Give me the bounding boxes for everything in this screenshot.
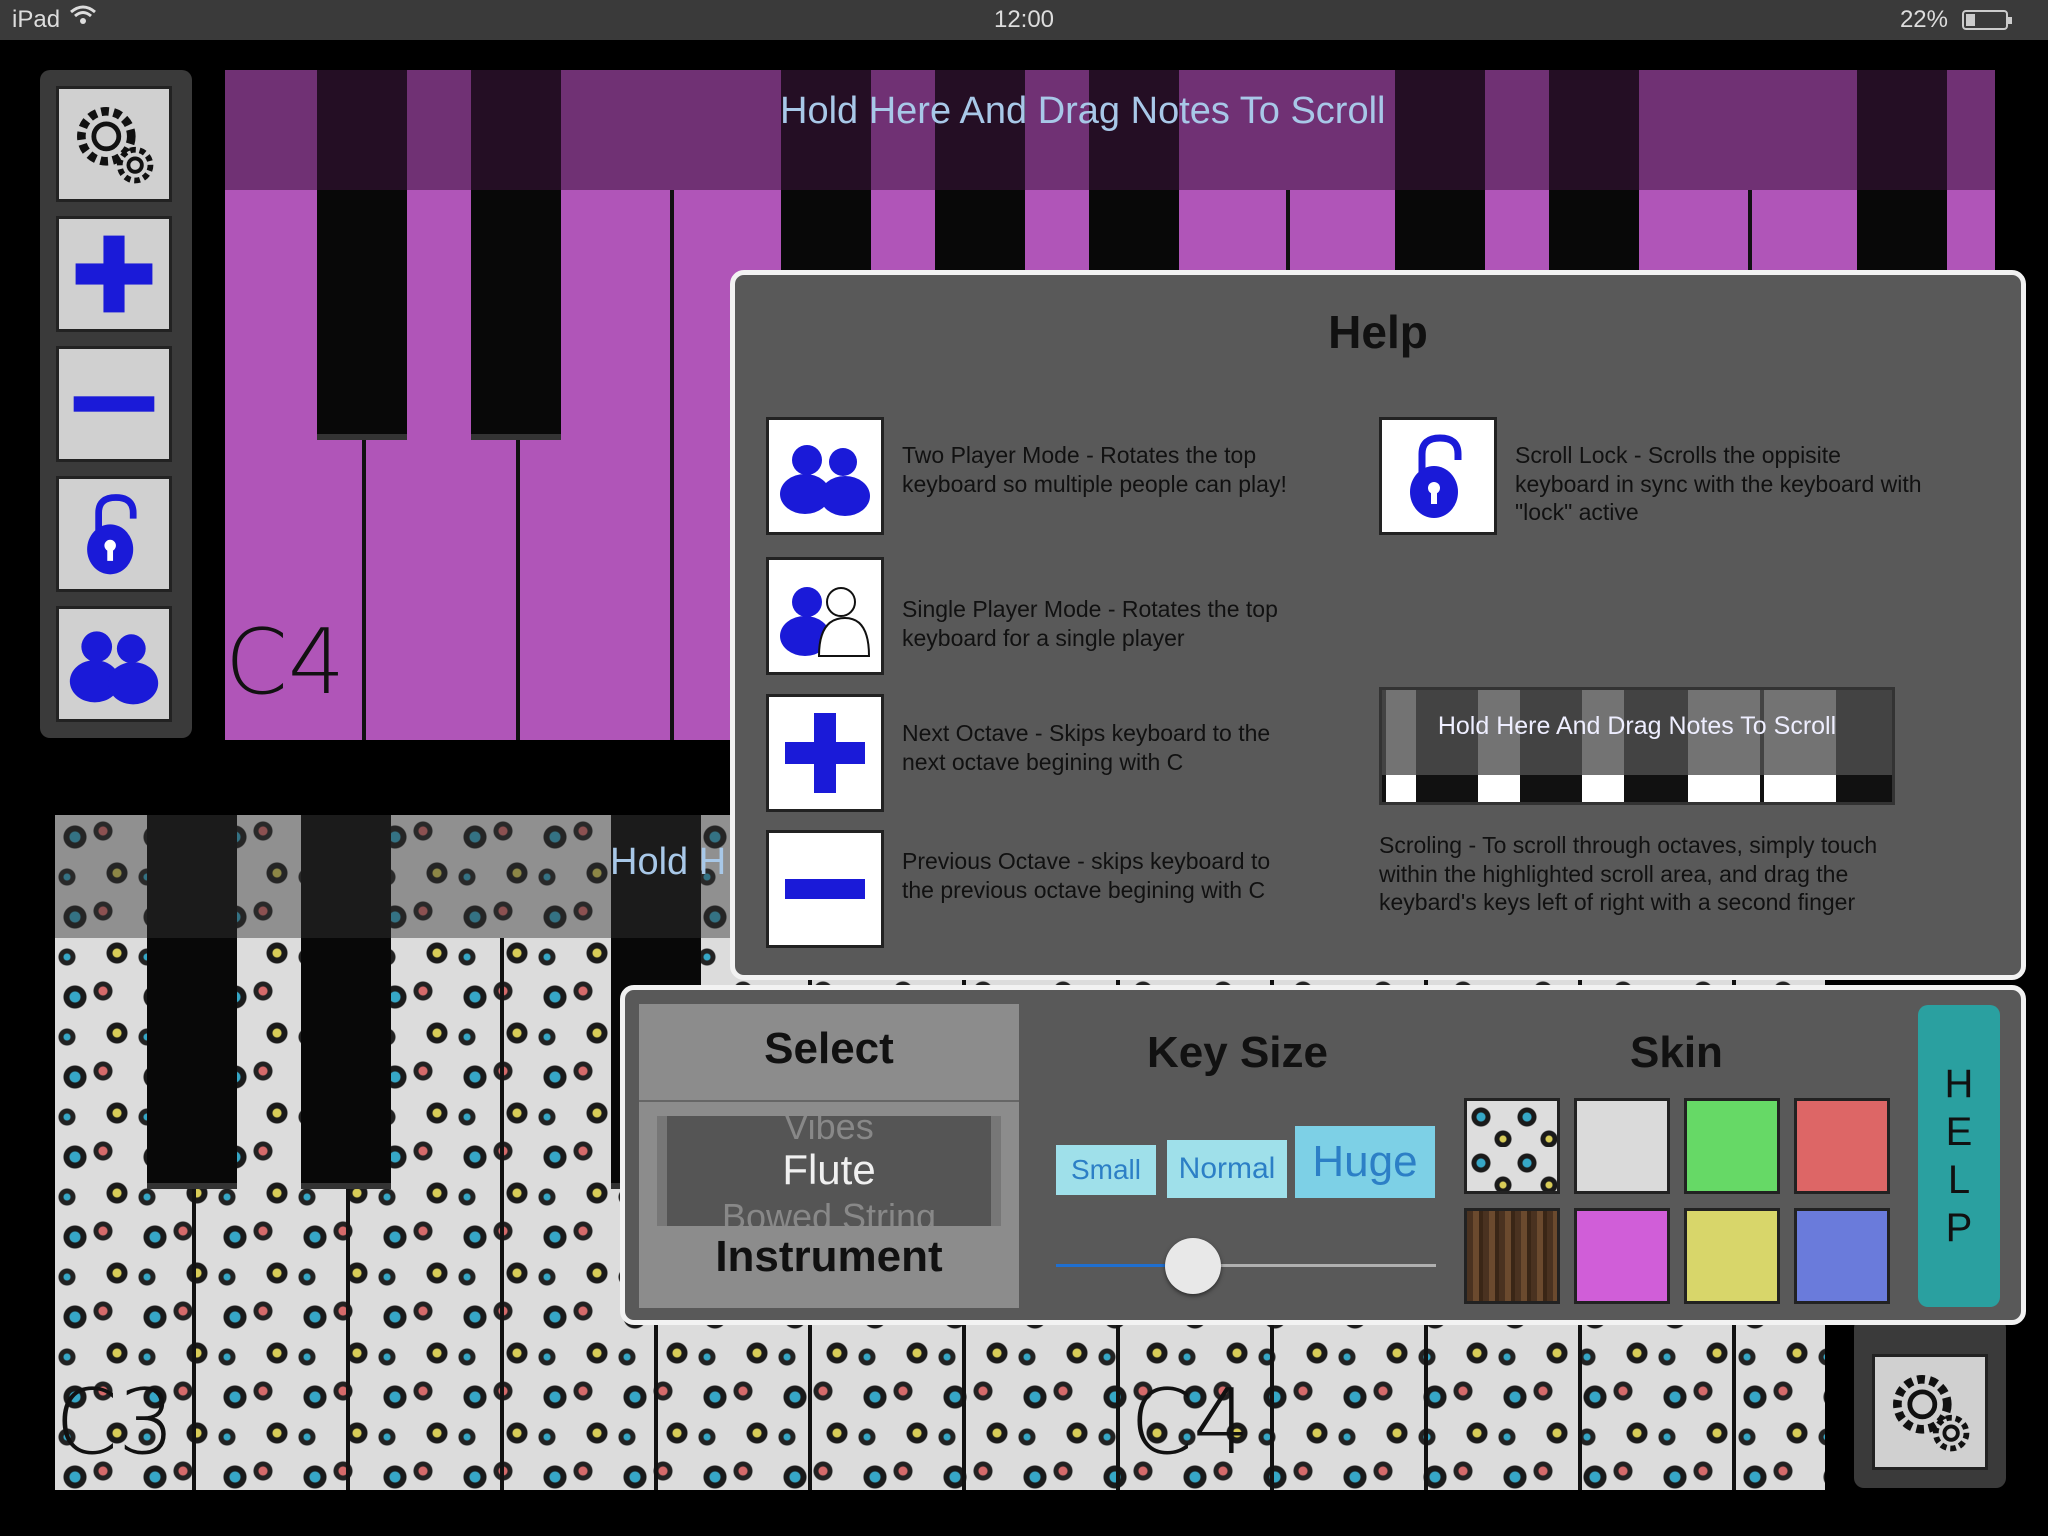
clock: 12:00	[993, 6, 1055, 33]
next-octave-button[interactable]	[56, 216, 172, 332]
single-player-description: Single Player Mode - Rotates the top key…	[902, 596, 1278, 651]
settings-button[interactable]	[1872, 1354, 1988, 1470]
size-huge-button[interactable]: Huge	[1295, 1126, 1435, 1198]
left-toolbar	[40, 70, 192, 738]
key-size-title: Key Size	[1147, 1028, 1328, 1077]
skin-leopard-swatch[interactable]	[1464, 1098, 1560, 1194]
help-plus-icon	[766, 694, 884, 812]
instrument-option[interactable]: Vibes	[667, 1116, 991, 1148]
minus-icon	[73, 396, 155, 412]
skin-yellow-swatch[interactable]	[1684, 1208, 1780, 1304]
settings-popover: Select Vibes Flute Bowed String Instrume…	[620, 985, 2026, 1325]
note-label-c4: C4	[1130, 1370, 1251, 1475]
settings-button[interactable]	[56, 86, 172, 202]
help-lock-icon	[1379, 417, 1497, 535]
help-minus-icon	[766, 830, 884, 948]
battery-percent: 22%	[1899, 6, 1948, 33]
skin-white-swatch[interactable]	[1574, 1098, 1670, 1194]
scroll-area-illustration: Hold Here And Drag Notes To Scroll	[1379, 687, 1895, 805]
instrument-wheel[interactable]: Vibes Flute Bowed String	[657, 1116, 1001, 1226]
bottom-toolbar	[1854, 1318, 2006, 1488]
scrolling-description: Scroling - To scroll through octaves, si…	[1379, 832, 1878, 915]
battery-icon	[1962, 10, 2012, 30]
instrument-option[interactable]: Bowed String	[667, 1196, 991, 1226]
skin-title: Skin	[1630, 1028, 1723, 1077]
note-label-c3: C3	[55, 1370, 176, 1475]
gear-icon	[77, 107, 154, 184]
plus-icon	[75, 235, 153, 313]
skin-red-swatch[interactable]	[1794, 1098, 1890, 1194]
status-bar: iPad 12:00 22%	[0, 0, 2048, 40]
next-octave-description: Next Octave - Skips keyboard to the next…	[902, 720, 1271, 775]
picker-subtitle: Instrument	[715, 1232, 943, 1281]
gear-icon	[1893, 1375, 1970, 1452]
skin-blue-swatch[interactable]	[1794, 1208, 1890, 1304]
skin-green-swatch[interactable]	[1684, 1098, 1780, 1194]
scroll-hint: Hold H	[610, 841, 727, 883]
picker-title: Select	[764, 1024, 894, 1073]
two-players-icon	[69, 631, 159, 705]
two-player-description: Two Player Mode - Rotates the top keyboa…	[902, 442, 1287, 497]
instrument-picker[interactable]: Select Vibes Flute Bowed String Instrume…	[639, 1004, 1019, 1308]
help-two-player-icon	[766, 417, 884, 535]
key-size-slider-thumb[interactable]	[1165, 1238, 1221, 1294]
lock-icon	[87, 494, 137, 575]
note-label-c4: C4	[225, 610, 346, 715]
instrument-option-selected[interactable]: Flute	[667, 1146, 991, 1194]
previous-octave-description: Previous Octave - skips keyboard to the …	[902, 848, 1271, 903]
scroll-lock-description: Scroll Lock - Scrolls the oppisite keybo…	[1515, 442, 1922, 525]
scroll-hint: Hold Here And Drag Notes To Scroll	[780, 90, 1386, 132]
help-button[interactable]: H E L P	[1918, 1005, 2000, 1307]
two-player-button[interactable]	[56, 606, 172, 722]
skin-purple-swatch[interactable]	[1574, 1208, 1670, 1304]
help-popover: Help Two Player Mode - Rotates the top k…	[730, 270, 2026, 980]
scroll-lock-button[interactable]	[56, 476, 172, 592]
mini-scroll-hint: Hold Here And Drag Notes To Scroll	[1437, 712, 1837, 740]
help-title: Help	[1328, 306, 1428, 358]
previous-octave-button[interactable]	[56, 346, 172, 462]
help-single-player-icon	[766, 557, 884, 675]
size-normal-button[interactable]: Normal	[1167, 1140, 1287, 1198]
size-small-button[interactable]: Small	[1056, 1145, 1156, 1195]
skin-wood-swatch[interactable]	[1464, 1208, 1560, 1304]
